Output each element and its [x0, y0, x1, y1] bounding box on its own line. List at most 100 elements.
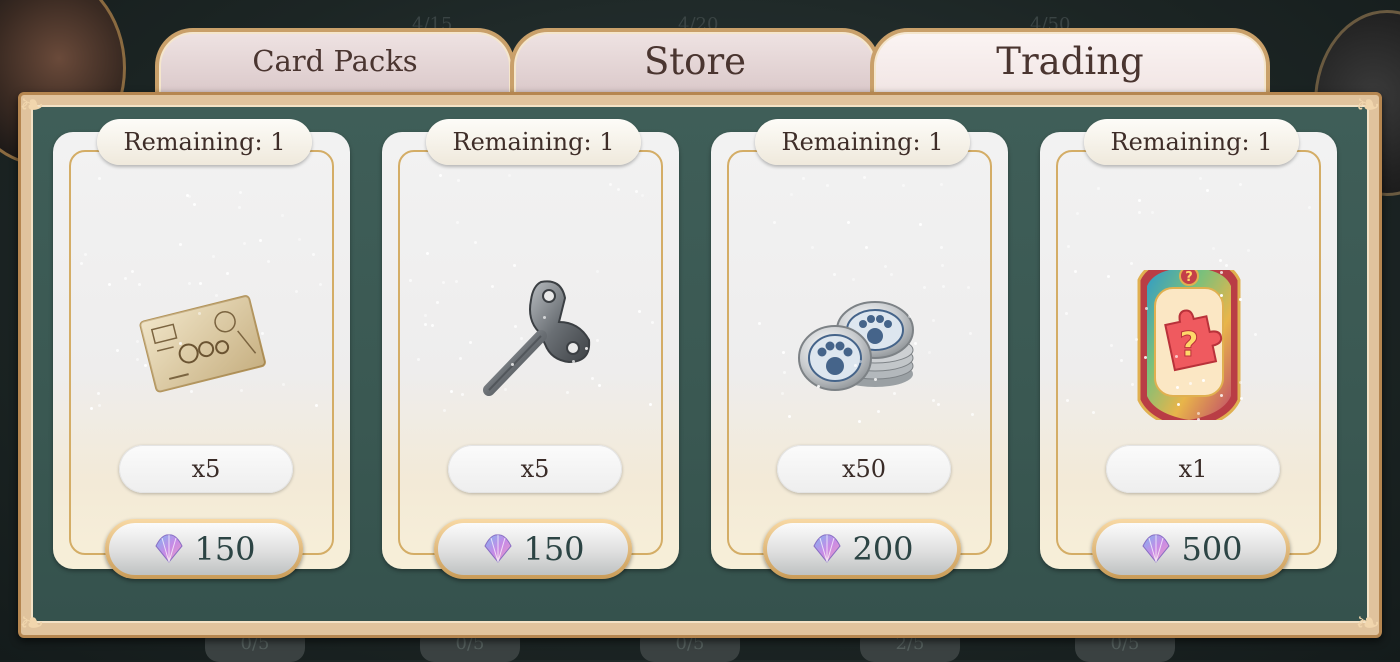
corner-ornament-icon: ❧ [19, 88, 45, 123]
sparkle-decoration [649, 402, 653, 406]
sparkle-decoration [1073, 269, 1077, 273]
buy-button[interactable]: 500 [1092, 519, 1290, 579]
sparkle-decoration [1065, 398, 1069, 402]
sparkle-decoration [931, 398, 935, 402]
sparkle-decoration [510, 362, 514, 366]
corner-ornament-icon: ❧ [19, 606, 45, 641]
sparkle-decoration [144, 363, 148, 367]
svg-text:?: ? [1179, 325, 1199, 365]
buy-button[interactable]: 150 [105, 519, 303, 579]
sparkle-decoration [1076, 212, 1080, 216]
sparkle-decoration [137, 282, 141, 286]
sparkle-decoration [107, 283, 111, 287]
remaining-badge: Remaining: 1 [755, 119, 970, 165]
sparkle-decoration [315, 403, 319, 407]
sparkle-decoration [503, 387, 507, 391]
shell-icon [155, 534, 184, 563]
sparkle-decoration [1151, 211, 1155, 215]
buy-button[interactable]: 150 [434, 519, 632, 579]
sparkle-decoration [940, 245, 944, 249]
sparkle-decoration [857, 419, 861, 423]
sparkle-decoration [473, 240, 477, 244]
sparkle-decoration [212, 254, 216, 258]
trade-item-card[interactable]: Remaining: 1 x5 150 [53, 119, 350, 579]
trade-item-card[interactable]: Remaining: 1 ? ? x1 500 [1040, 119, 1337, 579]
tab-card-packs[interactable]: Card Packs [155, 28, 515, 98]
sparkle-decoration [1225, 264, 1229, 268]
sparkle-decoration [608, 182, 612, 186]
sparkle-decoration [178, 243, 182, 247]
sparkle-decoration [941, 264, 945, 268]
tab-trading[interactable]: Trading [870, 28, 1270, 98]
sparkle-decoration [863, 175, 867, 179]
sparkle-decoration [281, 214, 285, 218]
sparkle-decoration [858, 359, 862, 363]
tab-label: Store [643, 40, 747, 83]
sparkle-decoration [513, 324, 517, 328]
remaining-badge: Remaining: 1 [97, 119, 312, 165]
sparkle-decoration [1137, 211, 1141, 215]
price-value: 500 [1181, 530, 1243, 568]
sparkle-decoration [923, 285, 927, 289]
sparkle-decoration [1066, 245, 1070, 249]
sparkle-decoration [1196, 418, 1200, 422]
sparkle-decoration [590, 376, 594, 380]
sparkle-decoration [584, 346, 588, 350]
sparkle-decoration [1307, 206, 1311, 210]
sparkle-decoration [635, 190, 639, 194]
sparkle-decoration [242, 242, 246, 246]
sparkle-decoration [1198, 177, 1202, 181]
sparkle-decoration [865, 245, 869, 249]
shell-icon [1142, 534, 1171, 563]
sparkle-decoration [97, 391, 101, 395]
quantity-label: x50 [777, 445, 951, 493]
sparkle-decoration [468, 340, 472, 344]
sparkle-decoration [1246, 248, 1250, 252]
trade-item-card[interactable]: Remaining: 1 x50 200 [711, 119, 1008, 579]
sparkle-decoration [919, 222, 923, 226]
sparkle-decoration [847, 221, 851, 225]
sparkle-decoration [115, 348, 119, 352]
sparkle-decoration [1205, 189, 1209, 193]
sparkle-decoration [638, 309, 642, 313]
quantity-label: x1 [1106, 445, 1280, 493]
shell-icon [813, 534, 842, 563]
sparkle-decoration [1119, 359, 1123, 363]
sparkle-decoration [971, 412, 974, 416]
sparkle-decoration [454, 280, 458, 284]
windup-key-icon [482, 280, 590, 396]
sparkle-decoration [1138, 199, 1142, 203]
sparkle-decoration [757, 322, 761, 326]
sparkle-decoration [98, 177, 102, 181]
price-value: 200 [852, 530, 914, 568]
remaining-badge: Remaining: 1 [1084, 119, 1299, 165]
sparkle-decoration [1239, 396, 1243, 400]
sparkle-decoration [811, 245, 815, 249]
sparkle-decoration [940, 183, 944, 187]
svg-text:?: ? [1185, 270, 1193, 285]
sparkle-decoration [456, 220, 460, 224]
sparkle-decoration [237, 206, 241, 209]
sparkle-decoration [1211, 246, 1215, 250]
buy-button[interactable]: 200 [763, 519, 961, 579]
sparkle-decoration [281, 382, 285, 386]
sparkle-decoration [1143, 355, 1147, 359]
sparkle-decoration [889, 273, 893, 277]
sparkle-decoration [572, 359, 576, 363]
sparkle-decoration [512, 263, 516, 267]
tab-store[interactable]: Store [510, 28, 880, 98]
sparkle-decoration [297, 238, 301, 242]
price-value: 150 [523, 530, 585, 568]
sparkle-decoration [135, 357, 139, 361]
price-value: 150 [194, 530, 256, 568]
trade-item-card[interactable]: Remaining: 1 x5 150 [382, 119, 679, 579]
sparkle-decoration [1092, 410, 1096, 414]
corner-ornament-icon: ❧ [1355, 88, 1381, 123]
quantity-label: x5 [119, 445, 293, 493]
sparkle-decoration [802, 176, 806, 180]
sparkle-decoration [239, 191, 243, 195]
sparkle-decoration [423, 314, 427, 318]
sparkle-decoration [90, 406, 94, 410]
sparkle-decoration [1097, 187, 1101, 191]
sparkle-decoration [435, 300, 439, 304]
